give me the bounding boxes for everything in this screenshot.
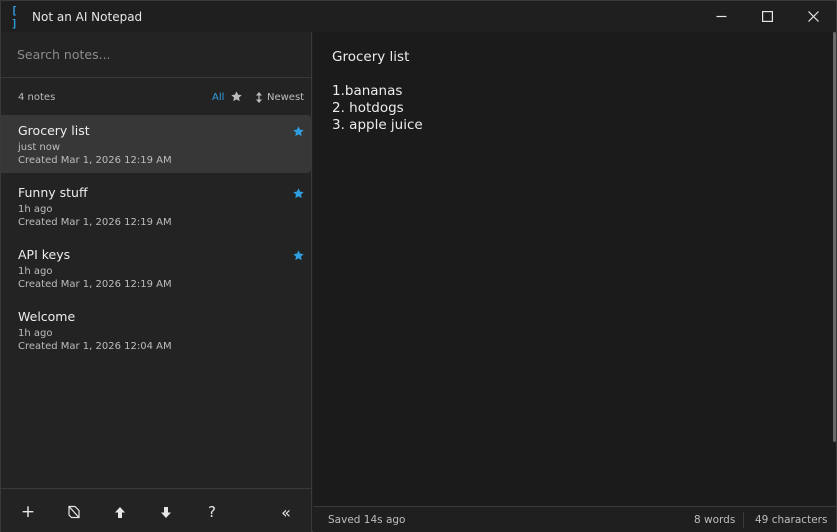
rename-note-button[interactable]: [63, 501, 85, 523]
filter-starred-icon[interactable]: [230, 90, 243, 103]
move-down-button[interactable]: [155, 501, 177, 523]
filter-all-button[interactable]: All: [212, 92, 224, 103]
arrow-up-icon: [115, 506, 125, 518]
minimize-button[interactable]: [698, 1, 744, 32]
star-icon[interactable]: [292, 125, 305, 138]
window-controls: [698, 1, 836, 32]
search-input[interactable]: [17, 43, 297, 65]
note-created-date: Created Mar 1, 2026 12:04 AM: [18, 341, 172, 352]
arrow-down-icon: [161, 506, 171, 518]
note-count: 4 notes: [18, 92, 56, 103]
word-count: 8 words: [694, 514, 736, 526]
new-note-button[interactable]: +: [17, 501, 39, 523]
help-icon: ?: [208, 503, 216, 521]
close-icon: [807, 11, 819, 22]
sidebar-toolbar: + ? «: [1, 488, 311, 532]
sidebar: 4 notes All Newest Grocery list just now…: [1, 32, 312, 532]
maximize-button[interactable]: [744, 1, 790, 32]
note-created-date: Created Mar 1, 2026 12:19 AM: [18, 155, 172, 166]
title-bar[interactable]: [ ] Not an AI Notepad: [1, 1, 836, 32]
note-updated-time: 1h ago: [18, 328, 53, 339]
help-button[interactable]: ?: [201, 501, 223, 523]
character-count: 49 characters: [755, 514, 828, 526]
close-window-button[interactable]: [790, 1, 836, 32]
note-created-date: Created Mar 1, 2026 12:19 AM: [18, 279, 172, 290]
note-created-date: Created Mar 1, 2026 12:19 AM: [18, 217, 172, 228]
sort-label: Newest: [267, 92, 305, 103]
maximize-icon: [761, 11, 773, 22]
editor-scrollbar[interactable]: [833, 32, 836, 442]
editor-content[interactable]: Grocery list 1.bananas 2. hotdogs 3. app…: [332, 49, 423, 134]
note-title: Grocery list: [18, 123, 90, 138]
note-updated-time: 1h ago: [18, 266, 53, 277]
list-header: 4 notes All Newest: [1, 79, 311, 115]
note-list-item[interactable]: Welcome 1h ago Created Mar 1, 2026 12:04…: [1, 301, 311, 359]
collapse-icon: «: [281, 502, 291, 522]
move-up-button[interactable]: [109, 501, 131, 523]
edit-note-icon: [68, 505, 80, 519]
star-icon[interactable]: [292, 187, 305, 200]
collapse-sidebar-button[interactable]: «: [275, 501, 297, 523]
note-title: Welcome: [18, 309, 76, 324]
plus-icon: +: [20, 502, 36, 522]
minimize-icon: [716, 15, 726, 18]
save-status: Saved 14s ago: [328, 514, 406, 526]
status-bar: Saved 14s ago 8 words 49 characters: [313, 506, 836, 532]
sort-button[interactable]: Newest: [255, 92, 304, 103]
note-editor[interactable]: Grocery list 1.bananas 2. hotdogs 3. app…: [313, 32, 836, 506]
note-updated-time: 1h ago: [18, 204, 53, 215]
note-list-item[interactable]: API keys 1h ago Created Mar 1, 2026 12:1…: [1, 239, 311, 297]
note-list-item[interactable]: Grocery list just now Created Mar 1, 202…: [1, 115, 311, 173]
status-divider: [743, 512, 744, 528]
note-updated-time: just now: [18, 142, 61, 153]
window-title: Not an AI Notepad: [32, 9, 143, 24]
note-title: Funny stuff: [18, 185, 88, 200]
app-window: [ ] Not an AI Notepad 4 notes All Newest: [0, 0, 837, 532]
sort-icon: [256, 92, 262, 103]
app-logo-icon: [ ]: [11, 3, 18, 30]
note-title: API keys: [18, 247, 71, 262]
note-list: Grocery list just now Created Mar 1, 202…: [1, 115, 311, 363]
star-icon[interactable]: [292, 249, 305, 262]
search-bar: [1, 32, 311, 78]
note-list-item[interactable]: Funny stuff 1h ago Created Mar 1, 2026 1…: [1, 177, 311, 235]
